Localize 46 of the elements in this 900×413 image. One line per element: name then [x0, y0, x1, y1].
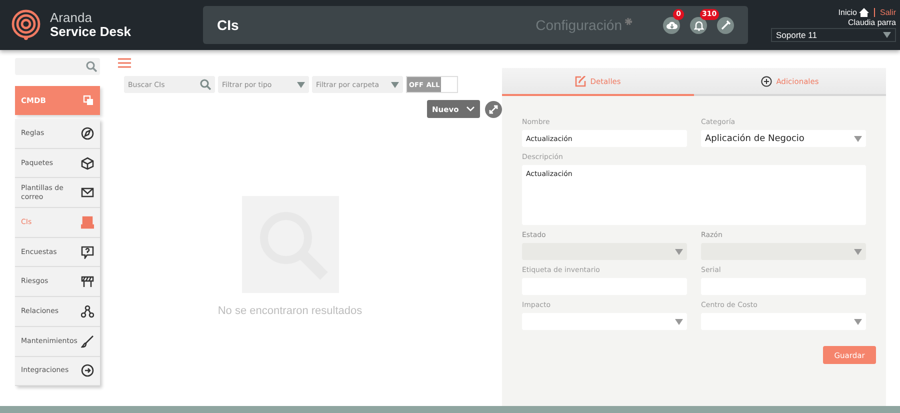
tools-button[interactable] — [717, 16, 734, 34]
barrier-icon — [81, 275, 94, 288]
chevron-down-icon — [466, 106, 475, 112]
cloud-download-button[interactable] — [663, 16, 680, 34]
brand-product: Service Desk — [50, 25, 131, 39]
dropdown-caret-icon — [297, 82, 305, 88]
select-field[interactable] — [522, 313, 687, 330]
compass-icon — [81, 126, 94, 140]
plus-circle-icon — [761, 76, 772, 86]
dropdown-caret-icon — [675, 318, 683, 324]
select-field[interactable] — [701, 313, 866, 330]
logout-link[interactable]: Salir — [880, 8, 896, 17]
nodes-icon — [81, 304, 94, 318]
user-name: Claudia parra — [848, 18, 896, 27]
page-title: CIs — [217, 17, 240, 33]
edit-icon — [575, 76, 586, 86]
expand-icon[interactable] — [485, 100, 502, 118]
wand-icon — [720, 20, 731, 30]
plug-icon — [81, 364, 94, 378]
notifications-button[interactable] — [690, 16, 707, 34]
dropdown-caret-icon — [854, 136, 862, 142]
dropdown-caret-icon — [883, 32, 891, 38]
home-link[interactable]: Inicio — [838, 8, 857, 17]
cloud-download-icon — [666, 20, 678, 30]
box-icon — [81, 156, 94, 170]
dropdown-caret-icon — [675, 248, 683, 254]
empty-message: No se encontraron resultados — [218, 305, 362, 317]
sidebar-search-field[interactable] — [15, 58, 100, 75]
project-select[interactable]: Soporte 11 — [771, 28, 896, 42]
question-icon — [81, 246, 94, 259]
copy-icon — [83, 95, 94, 106]
gear-icon — [624, 16, 633, 26]
spiral-logo-icon — [10, 9, 42, 41]
brush-icon — [81, 334, 94, 348]
dropdown-caret-icon — [854, 248, 862, 254]
menu-icon[interactable] — [118, 58, 131, 68]
dropdown-caret-icon — [854, 318, 862, 324]
bell-icon — [694, 20, 704, 30]
home-icon — [858, 8, 869, 17]
mail-icon — [81, 186, 94, 200]
laptop-icon — [81, 216, 94, 229]
brand-name: Aranda — [50, 11, 93, 25]
search-icon — [86, 61, 97, 72]
search-icon — [200, 79, 211, 90]
select-field[interactable]: Aplicación de Negocio — [701, 130, 866, 147]
dropdown-caret-icon — [391, 82, 399, 88]
